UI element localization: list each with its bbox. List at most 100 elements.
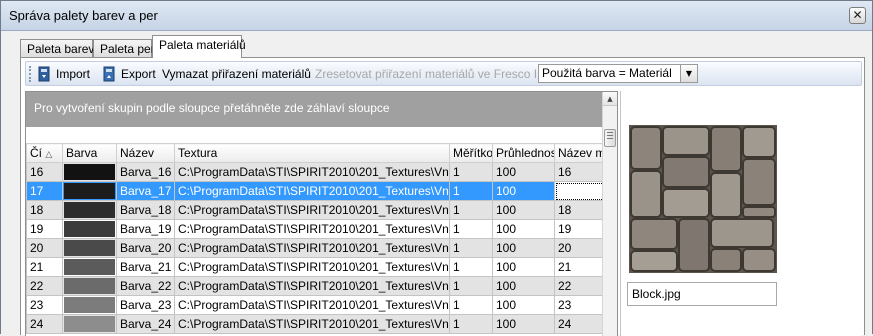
cell-number[interactable]: 23 <box>26 295 63 315</box>
close-button[interactable]: ✕ <box>849 7 866 24</box>
texture-filename-field[interactable]: Block.jpg <box>627 282 777 306</box>
column-header-texture[interactable]: Textura <box>174 143 450 163</box>
cell-color-swatch[interactable] <box>62 200 117 220</box>
cell-name[interactable]: Barva_20 <box>116 238 175 258</box>
cell-scale[interactable]: 1 <box>449 200 493 220</box>
cell-texture[interactable]: C:\ProgramData\STI\SPIRIT2010\201_Textur… <box>174 162 450 182</box>
cell-texture[interactable]: C:\ProgramData\STI\SPIRIT2010\201_Textur… <box>174 219 450 239</box>
export-button[interactable]: Export <box>121 66 156 83</box>
cell-scale[interactable]: 1 <box>449 295 493 315</box>
cell-opacity[interactable]: 100 <box>492 200 555 220</box>
cell-opacity[interactable]: 100 <box>492 276 555 296</box>
cell-number[interactable]: 21 <box>26 257 63 277</box>
column-header-opacity[interactable]: Průhlednost <box>492 143 555 163</box>
cell-opacity[interactable]: 100 <box>492 295 555 315</box>
cell-material-name[interactable]: 24 <box>554 314 605 334</box>
cell-texture[interactable]: C:\ProgramData\STI\SPIRIT2010\201_Textur… <box>174 238 450 258</box>
cell-material-name[interactable]: 21 <box>554 257 605 277</box>
cell-color-swatch[interactable] <box>62 295 117 315</box>
cell-color-swatch[interactable] <box>62 314 117 334</box>
cell-number[interactable]: 22 <box>26 276 63 296</box>
cell-color-swatch[interactable] <box>62 181 117 201</box>
cell-texture[interactable]: C:\ProgramData\STI\SPIRIT2010\201_Textur… <box>174 181 450 201</box>
cell-name[interactable]: Barva_19 <box>116 219 175 239</box>
group-by-panel[interactable]: Pro vytvoření skupin podle sloupce přetá… <box>26 92 603 127</box>
cell-color-swatch[interactable] <box>62 219 117 239</box>
used-color-combo-value: Použitá barva = Materiál <box>542 66 672 80</box>
cell-material-name[interactable] <box>554 181 605 201</box>
column-header-number[interactable]: Čí △ <box>26 143 63 163</box>
table-row[interactable]: 24 Barva_24 C:\ProgramData\STI\SPIRIT2010\… <box>26 314 605 334</box>
cell-name[interactable]: Barva_18 <box>116 200 175 220</box>
table-row[interactable]: 18 Barva_18 C:\ProgramData\STI\SPIRIT2010\… <box>26 200 605 220</box>
cell-opacity[interactable]: 100 <box>492 257 555 277</box>
cell-texture[interactable]: C:\ProgramData\STI\SPIRIT2010\201_Textur… <box>174 257 450 277</box>
tab-material-palette[interactable]: Paleta materiálů <box>152 35 246 58</box>
cell-texture[interactable]: C:\ProgramData\STI\SPIRIT2010\201_Textur… <box>174 200 450 220</box>
cell-name[interactable]: Barva_16 <box>116 162 175 182</box>
chevron-down-icon[interactable]: ▼ <box>680 65 697 82</box>
color-swatch <box>64 221 115 237</box>
table-row[interactable]: 21 Barva_21 C:\ProgramData\STI\SPIRIT2010\… <box>26 257 605 277</box>
cell-color-swatch[interactable] <box>62 276 117 296</box>
cell-color-swatch[interactable] <box>62 257 117 277</box>
cell-number[interactable]: 20 <box>26 238 63 258</box>
cell-texture[interactable]: C:\ProgramData\STI\SPIRIT2010\201_Textur… <box>174 314 450 334</box>
cell-material-name[interactable]: 23 <box>554 295 605 315</box>
export-icon[interactable] <box>102 66 116 82</box>
cell-color-swatch[interactable] <box>62 162 117 182</box>
column-header-scale[interactable]: Měřítko <box>449 143 493 163</box>
cell-scale[interactable]: 1 <box>449 314 493 334</box>
column-header-name[interactable]: Název <box>116 143 175 163</box>
tab-color-palette[interactable]: Paleta barev <box>20 39 94 58</box>
title-bar[interactable]: Správa palety barev a per ✕ <box>1 1 872 31</box>
cell-scale[interactable]: 1 <box>449 238 493 258</box>
cell-scale[interactable]: 1 <box>449 276 493 296</box>
cell-name[interactable]: Barva_21 <box>116 257 175 277</box>
cell-scale[interactable]: 1 <box>449 162 493 182</box>
cell-number[interactable]: 24 <box>26 314 63 334</box>
table-row[interactable]: 16 Barva_16 C:\ProgramData\STI\SPIRIT2010\… <box>26 162 605 182</box>
cell-material-name[interactable]: 20 <box>554 238 605 258</box>
cell-opacity[interactable]: 100 <box>492 219 555 239</box>
toolbar-grip[interactable] <box>29 66 32 82</box>
table-row[interactable]: 20 Barva_20 C:\ProgramData\STI\SPIRIT2010\… <box>26 238 605 258</box>
cell-opacity[interactable]: 100 <box>492 238 555 258</box>
clear-material-assignment-button[interactable]: Vymazat přiřazení materiálů <box>162 66 311 83</box>
tab-pen-palette[interactable]: Paleta per <box>93 39 155 58</box>
scroll-up-icon[interactable]: ▲ <box>603 92 617 106</box>
cell-material-name[interactable]: 16 <box>554 162 605 182</box>
cell-number[interactable]: 16 <box>26 162 63 182</box>
reset-fresco-assignment-button[interactable]: Zresetovat přiřazení materiálů ve Fresco… <box>315 66 540 83</box>
table-row[interactable]: 23 Barva_23 C:\ProgramData\STI\SPIRIT2010\… <box>26 295 605 315</box>
cell-name[interactable]: Barva_24 <box>116 314 175 334</box>
column-header-color[interactable]: Barva <box>62 143 117 163</box>
cell-texture[interactable]: C:\ProgramData\STI\SPIRIT2010\201_Textur… <box>174 276 450 296</box>
cell-number[interactable]: 18 <box>26 200 63 220</box>
cell-scale[interactable]: 1 <box>449 219 493 239</box>
import-button[interactable]: Import <box>56 66 90 83</box>
cell-opacity[interactable]: 100 <box>492 181 555 201</box>
table-row[interactable]: 19 Barva_19 C:\ProgramData\STI\SPIRIT2010\… <box>26 219 605 239</box>
cell-material-name[interactable]: 22 <box>554 276 605 296</box>
cell-opacity[interactable]: 100 <box>492 162 555 182</box>
used-color-combo[interactable]: Použitá barva = Materiál ▼ <box>538 64 698 83</box>
cell-scale[interactable]: 1 <box>449 257 493 277</box>
cell-name[interactable]: Barva_22 <box>116 276 175 296</box>
vertical-scrollbar[interactable]: ▲ <box>602 92 617 336</box>
cell-texture[interactable]: C:\ProgramData\STI\SPIRIT2010\201_Textur… <box>174 295 450 315</box>
import-icon[interactable] <box>37 66 51 82</box>
cell-opacity[interactable]: 100 <box>492 314 555 334</box>
cell-color-swatch[interactable] <box>62 238 117 258</box>
scroll-thumb[interactable] <box>604 129 616 147</box>
cell-scale[interactable]: 1 <box>449 181 493 201</box>
table-row[interactable]: 17 Barva_17 C:\ProgramData\STI\SPIRIT2010\… <box>26 181 605 201</box>
cell-material-name[interactable]: 18 <box>554 200 605 220</box>
table-row[interactable]: 22 Barva_22 C:\ProgramData\STI\SPIRIT2010\… <box>26 276 605 296</box>
cell-number[interactable]: 17 <box>26 181 63 201</box>
column-header-material-name[interactable]: Název m <box>554 143 605 163</box>
cell-material-name[interactable]: 19 <box>554 219 605 239</box>
cell-number[interactable]: 19 <box>26 219 63 239</box>
cell-name[interactable]: Barva_23 <box>116 295 175 315</box>
cell-name[interactable]: Barva_17 <box>116 181 175 201</box>
